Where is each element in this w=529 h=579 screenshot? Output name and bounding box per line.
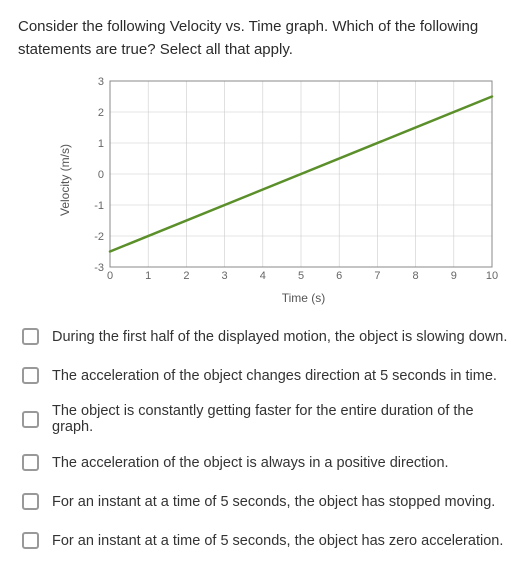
svg-text:5: 5 — [298, 270, 304, 282]
option-6[interactable]: For an instant at a time of 5 seconds, t… — [18, 529, 511, 552]
svg-text:7: 7 — [374, 270, 380, 282]
svg-text:0: 0 — [107, 270, 113, 282]
svg-text:3: 3 — [98, 76, 104, 88]
question-prompt: Consider the following Velocity vs. Time… — [18, 16, 511, 61]
option-1-label: During the first half of the displayed m… — [52, 329, 507, 345]
y-axis-label: Velocity (m/s) — [58, 144, 72, 216]
svg-text:-1: -1 — [94, 200, 104, 212]
velocity-time-chart: Velocity (m/s) 0 1 2 3 4 5 6 7 8 9 10 -3 -2 -1 0 1 2 3 Ti… — [58, 75, 511, 305]
svg-text:1: 1 — [145, 270, 151, 282]
option-3-label: The object is constantly getting faster … — [52, 403, 511, 435]
svg-text:2: 2 — [98, 107, 104, 119]
option-1-checkbox[interactable] — [22, 328, 39, 345]
x-axis-label: Time (s) — [96, 291, 511, 305]
option-5-label: For an instant at a time of 5 seconds, t… — [52, 494, 495, 510]
option-2-label: The acceleration of the object changes d… — [52, 368, 497, 384]
svg-text:10: 10 — [486, 270, 498, 282]
svg-text:2: 2 — [183, 270, 189, 282]
option-4-checkbox[interactable] — [22, 454, 39, 471]
option-6-checkbox[interactable] — [22, 532, 39, 549]
option-1[interactable]: During the first half of the displayed m… — [18, 325, 511, 348]
option-4-label: The acceleration of the object is always… — [52, 455, 449, 471]
svg-text:-3: -3 — [94, 262, 104, 274]
option-3-checkbox[interactable] — [22, 411, 39, 428]
option-6-label: For an instant at a time of 5 seconds, t… — [52, 533, 503, 549]
svg-text:4: 4 — [260, 270, 266, 282]
svg-text:8: 8 — [413, 270, 419, 282]
svg-text:3: 3 — [222, 270, 228, 282]
option-3[interactable]: The object is constantly getting faster … — [18, 403, 511, 435]
chart-svg: 0 1 2 3 4 5 6 7 8 9 10 -3 -2 -1 0 1 2 3 — [82, 75, 502, 285]
option-2[interactable]: The acceleration of the object changes d… — [18, 364, 511, 387]
option-4[interactable]: The acceleration of the object is always… — [18, 451, 511, 474]
answer-options: During the first half of the displayed m… — [18, 325, 511, 552]
svg-text:6: 6 — [336, 270, 342, 282]
svg-text:-2: -2 — [94, 231, 104, 243]
svg-text:1: 1 — [98, 138, 104, 150]
svg-text:0: 0 — [98, 169, 104, 181]
option-5[interactable]: For an instant at a time of 5 seconds, t… — [18, 490, 511, 513]
option-5-checkbox[interactable] — [22, 493, 39, 510]
option-2-checkbox[interactable] — [22, 367, 39, 384]
svg-text:9: 9 — [451, 270, 457, 282]
